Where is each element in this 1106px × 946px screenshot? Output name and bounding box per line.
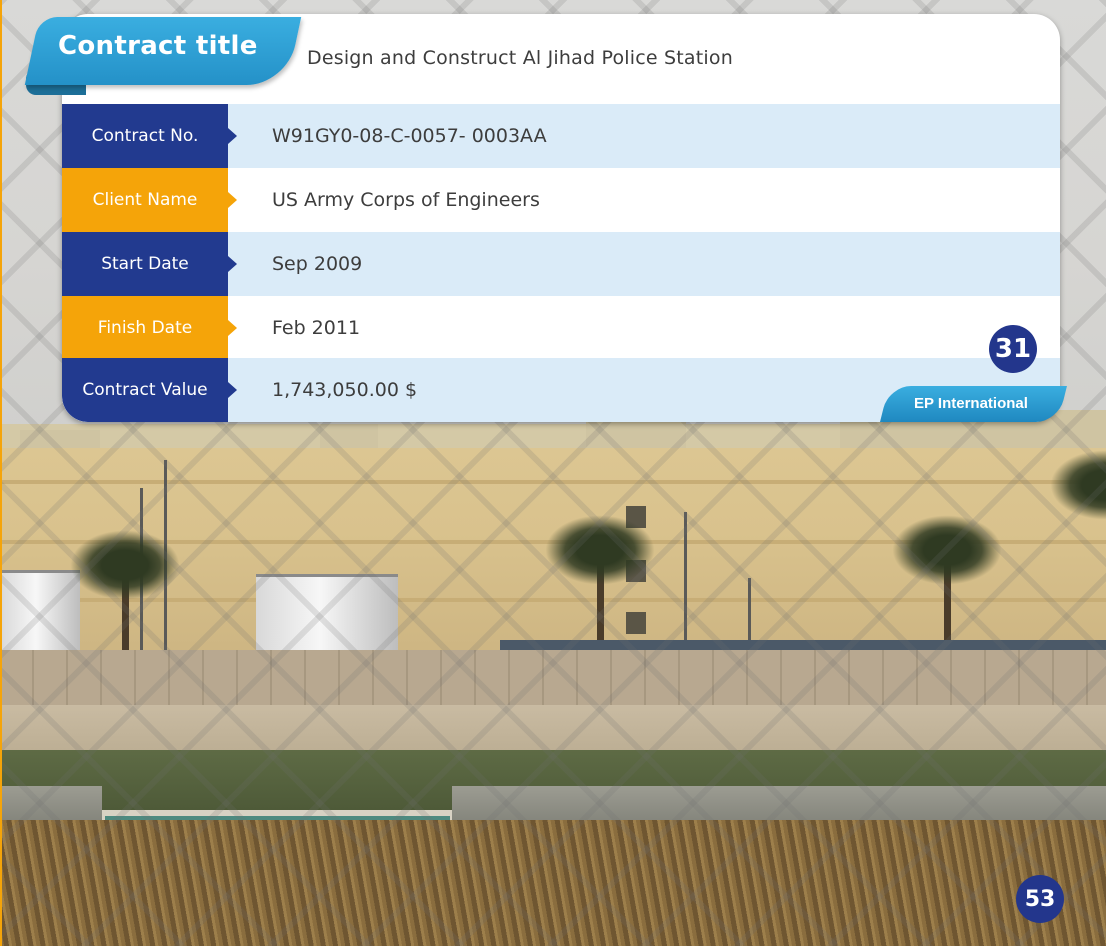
start-date-value: Sep 2009 [272,253,363,275]
contract-value-value: 1,743,050.00 $ [272,379,418,401]
contract-value-label: Contract Value [62,358,237,422]
finish-date-value: Feb 2011 [272,317,361,339]
page-edge-accent [0,0,2,946]
contract-number-row: Contract No. W91GY0-08-C-0057- 0003AA [62,104,1060,168]
page-number-badge: 53 [1016,875,1064,923]
client-name-row: Client Name US Army Corps of Engineers [62,168,1060,232]
contract-title-value: Design and Construct Al Jihad Police Sta… [307,47,733,69]
finish-date-row: Finish Date Feb 2011 [62,296,1060,360]
contract-number-value: W91GY0-08-C-0057- 0003AA [272,125,547,147]
finish-date-label: Finish Date [62,296,237,360]
project-number-badge: 31 [989,325,1037,373]
client-name-label: Client Name [62,168,237,232]
contract-title-ribbon: Contract title [24,17,302,97]
start-date-row: Start Date Sep 2009 [62,232,1060,296]
contract-number-label: Contract No. [62,104,237,168]
company-tag-label: EP International [914,395,1028,412]
client-name-value: US Army Corps of Engineers [272,189,540,211]
start-date-label: Start Date [62,232,237,296]
contract-title-label: Contract title [58,31,258,61]
